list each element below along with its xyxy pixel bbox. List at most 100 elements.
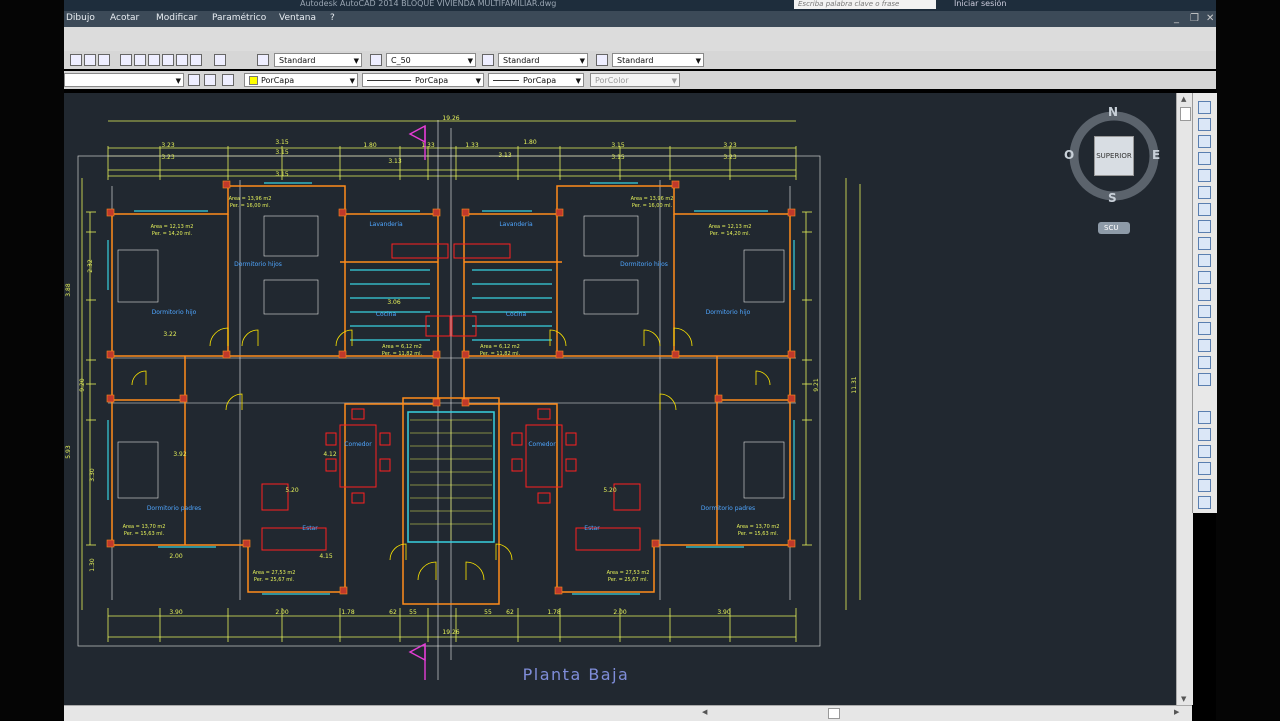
- erase-icon[interactable]: [1198, 101, 1211, 114]
- layer-previous-icon[interactable]: [222, 74, 234, 86]
- make-layer-current-icon[interactable]: [188, 74, 200, 86]
- sign-in-link[interactable]: Iniciar sesión: [954, 0, 1006, 8]
- layer-dropdown[interactable]: ▼: [64, 73, 184, 87]
- menu-modificar[interactable]: Modificar: [156, 13, 197, 23]
- compass-south[interactable]: S: [1108, 191, 1117, 205]
- ucs-menu-button[interactable]: SCU: [1098, 222, 1130, 234]
- door-swing: [659, 393, 677, 411]
- horizontal-scroll-thumb[interactable]: [828, 708, 840, 719]
- layer-states-icon[interactable]: [204, 74, 216, 86]
- properties-icon[interactable]: [120, 54, 132, 66]
- lineweight-dropdown[interactable]: PorCapa ▼: [488, 73, 584, 87]
- dining-chair: [511, 458, 523, 472]
- floor-plan-drawing: 19.26 3.23 3.15 1.80 1.33 1.33 1.80 3.15 3.23 3.2…: [65, 115, 861, 684]
- compass-west[interactable]: O: [1064, 148, 1074, 162]
- column: [179, 394, 188, 403]
- column: [106, 350, 115, 359]
- help-icon[interactable]: [214, 54, 226, 66]
- room-label: Dormitorio hijo: [152, 309, 197, 316]
- bottom-dimension-text: 2.00: [613, 609, 627, 616]
- draw-order-icon[interactable]: [1198, 411, 1211, 424]
- column: [339, 586, 348, 595]
- bring-front-icon[interactable]: [1198, 428, 1211, 441]
- below-icon[interactable]: [1198, 479, 1211, 492]
- copy-icon[interactable]: [1198, 118, 1211, 131]
- menu-dibujo[interactable]: Dibujo: [66, 13, 95, 23]
- text-front-icon[interactable]: [1198, 496, 1211, 509]
- design-center-icon[interactable]: [134, 54, 146, 66]
- menu-parametrico[interactable]: Paramétrico: [212, 13, 266, 23]
- axis-lines: [77, 120, 821, 680]
- bottom-dimension-text: 1.78: [341, 609, 355, 616]
- scroll-right-icon[interactable]: ▶: [1174, 708, 1179, 716]
- scroll-left-icon[interactable]: ◀: [702, 708, 707, 716]
- rotate-icon[interactable]: [1198, 203, 1211, 216]
- zoom-previous-icon[interactable]: [98, 54, 110, 66]
- color-dropdown[interactable]: PorCapa ▼: [244, 73, 358, 87]
- column: [432, 350, 441, 359]
- scroll-up-icon[interactable]: ▲: [1181, 95, 1186, 103]
- dim-style-dropdown[interactable]: C_50 ▼: [386, 53, 476, 67]
- column: [787, 539, 796, 548]
- array-icon[interactable]: [1198, 169, 1211, 182]
- restore-icon[interactable]: ❐: [1190, 13, 1199, 24]
- compass-east[interactable]: E: [1152, 148, 1160, 162]
- fillet-icon[interactable]: [1198, 339, 1211, 352]
- area-label: Area = 12,13 m2: [151, 224, 194, 230]
- bed: [117, 249, 159, 303]
- menu-ventana[interactable]: Ventana: [279, 13, 316, 23]
- scale-icon[interactable]: [1198, 220, 1211, 233]
- chamfer-icon[interactable]: [1198, 322, 1211, 335]
- compass-north[interactable]: N: [1108, 105, 1118, 119]
- menu-help[interactable]: ?: [330, 13, 335, 23]
- quickcalc-icon[interactable]: [190, 54, 202, 66]
- vertical-scroll-thumb[interactable]: [1180, 107, 1191, 121]
- move-icon[interactable]: [1198, 186, 1211, 199]
- minimize-icon[interactable]: _: [1174, 13, 1179, 24]
- table-style-icon[interactable]: [482, 54, 494, 66]
- scroll-down-icon[interactable]: ▼: [1181, 695, 1186, 703]
- join-icon[interactable]: [1198, 305, 1211, 318]
- send-back-icon[interactable]: [1198, 445, 1211, 458]
- top-dimension-text: 3.23: [161, 142, 175, 149]
- column: [106, 394, 115, 403]
- bottom-dimension-text: 55: [409, 609, 417, 616]
- dim-style-icon[interactable]: [370, 54, 382, 66]
- area-label-mirror: Area = 12,13 m2: [709, 224, 752, 230]
- table-style-dropdown[interactable]: Standard ▼: [498, 53, 588, 67]
- linetype-dropdown[interactable]: PorCapa ▼: [362, 73, 484, 87]
- drawing-canvas[interactable]: 19.26 3.23 3.15 1.80 1.33 1.33 1.80 3.15 3.23 3.2…: [64, 93, 1176, 705]
- blend-icon[interactable]: [1198, 356, 1211, 369]
- zoom-realtime-icon[interactable]: [70, 54, 82, 66]
- sheet-set-icon[interactable]: [162, 54, 174, 66]
- text-style-dropdown[interactable]: Standard ▼: [274, 53, 362, 67]
- viewcube-top-face[interactable]: SUPERIOR: [1094, 136, 1134, 176]
- column: [222, 350, 231, 359]
- text-style-icon[interactable]: [257, 54, 269, 66]
- menu-acotar[interactable]: Acotar: [110, 13, 139, 23]
- above-icon[interactable]: [1198, 462, 1211, 475]
- close-icon[interactable]: ✕: [1206, 13, 1214, 24]
- trim-icon[interactable]: [1198, 254, 1211, 267]
- door-swing: [417, 561, 437, 581]
- door-swing: [335, 329, 353, 347]
- room-label: Estar: [584, 525, 600, 532]
- multileader-style-icon[interactable]: [596, 54, 608, 66]
- zoom-window-icon[interactable]: [84, 54, 96, 66]
- help-search-input[interactable]: Escriba palabra clave o frase: [794, 0, 936, 9]
- markup-icon[interactable]: [176, 54, 188, 66]
- break-icon[interactable]: [1198, 288, 1211, 301]
- stretch-icon[interactable]: [1198, 237, 1211, 250]
- explode-icon[interactable]: [1198, 373, 1211, 386]
- vertical-scrollbar[interactable]: ▲ ▼: [1176, 93, 1193, 705]
- mirror-icon[interactable]: [1198, 135, 1211, 148]
- multileader-style-dropdown[interactable]: Standard ▼: [612, 53, 704, 67]
- section-marker-bottom: [408, 642, 426, 662]
- interior-dimension-text: 2.00: [169, 553, 183, 560]
- room-label: Comedor: [344, 441, 372, 448]
- modify-toolbar: [1192, 93, 1217, 513]
- extend-icon[interactable]: [1198, 271, 1211, 284]
- horizontal-scrollbar[interactable]: ◀ ▶: [64, 705, 1192, 721]
- tool-palettes-icon[interactable]: [148, 54, 160, 66]
- offset-icon[interactable]: [1198, 152, 1211, 165]
